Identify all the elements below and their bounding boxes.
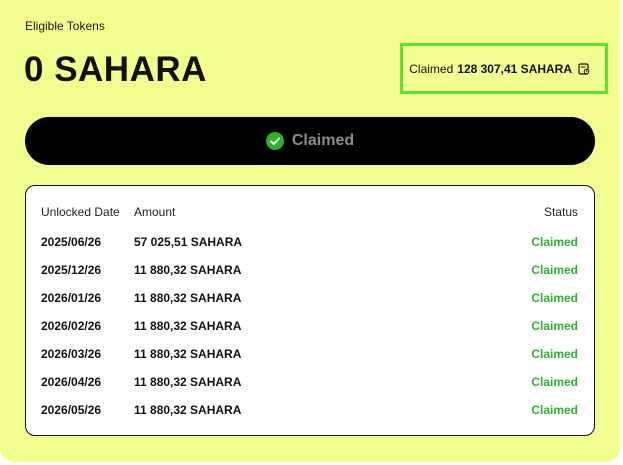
unlock-status: Claimed — [531, 347, 578, 361]
claimed-total-summary: Claimed 128 307,41 SAHARA — [400, 43, 608, 94]
unlock-date: 2025/06/26 — [41, 235, 102, 249]
eligible-tokens-label: Eligible Tokens — [25, 19, 105, 33]
column-header-status: Status — [543, 205, 578, 219]
column-header-date: Unlocked Date — [41, 205, 120, 219]
table-row: 2026/02/26 11 880,32 SAHARA Claimed — [26, 316, 594, 336]
table-row: 2026/05/26 11 880,32 SAHARA Claimed — [26, 400, 594, 420]
vesting-card: Eligible Tokens 0 SAHARA Claimed 128 307… — [0, 0, 620, 462]
unlock-status: Claimed — [531, 263, 578, 277]
unlock-status: Claimed — [531, 319, 578, 333]
unlock-date: 2025/12/26 — [41, 263, 102, 277]
check-circle-icon — [265, 132, 284, 150]
document-icon[interactable] — [578, 62, 590, 75]
unlock-date: 2026/05/26 — [41, 403, 102, 417]
unlock-status: Claimed — [531, 403, 578, 417]
table-header: Unlocked Date Amount Status — [26, 202, 594, 222]
unlock-status: Claimed — [531, 235, 578, 249]
unlock-amount: 11 880,32 SAHARA — [134, 263, 242, 277]
column-header-amount: Amount — [134, 205, 176, 219]
unlock-amount: 11 880,32 SAHARA — [134, 319, 242, 333]
table-row: 2026/03/26 11 880,32 SAHARA Claimed — [26, 344, 594, 364]
unlock-date: 2026/02/26 — [41, 319, 102, 333]
unlock-amount: 11 880,32 SAHARA — [134, 347, 242, 361]
unlock-date: 2026/04/26 — [41, 375, 102, 389]
unlock-amount: 11 880,32 SAHARA — [134, 403, 242, 417]
claimed-button-label: Claimed — [291, 132, 355, 149]
claimed-button[interactable]: Claimed — [25, 117, 595, 165]
unlock-schedule-table: Unlocked Date Amount Status 2025/06/26 5… — [25, 185, 595, 436]
table-row: 2025/06/26 57 025,51 SAHARA Claimed — [26, 232, 594, 252]
unlock-date: 2026/03/26 — [41, 347, 102, 361]
unlock-status: Claimed — [531, 375, 578, 389]
unlock-amount: 11 880,32 SAHARA — [134, 375, 242, 389]
unlock-amount: 57 025,51 SAHARA — [134, 235, 243, 249]
unlock-status: Claimed — [531, 291, 578, 305]
claimed-total-label: Claimed — [409, 61, 454, 76]
unlock-date: 2026/01/26 — [41, 291, 102, 305]
table-row: 2026/01/26 11 880,32 SAHARA Claimed — [26, 288, 594, 308]
unlock-amount: 11 880,32 SAHARA — [134, 291, 242, 305]
table-row: 2026/04/26 11 880,32 SAHARA Claimed — [26, 372, 594, 392]
table-row: 2025/12/26 11 880,32 SAHARA Claimed — [26, 260, 594, 280]
claimed-total-value: 128 307,41 SAHARA — [457, 61, 572, 76]
eligible-token-amount: 0 SAHARA — [24, 50, 207, 89]
